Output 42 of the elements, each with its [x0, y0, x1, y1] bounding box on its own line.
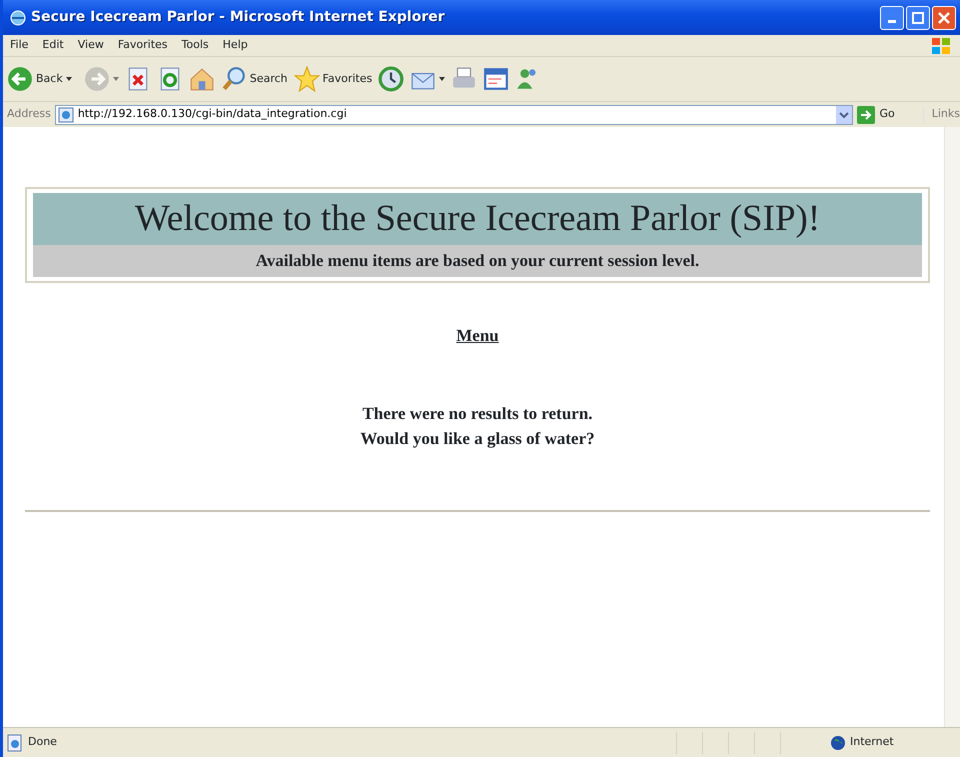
minimize-icon: [888, 20, 896, 23]
address-field[interactable]: http://192.168.0.130/cgi-bin/data_integration.cgi: [54, 104, 854, 124]
window-title: Secure Icecream Parlor - Microsoft Internet Explorer: [31, 8, 446, 27]
dropdown-icon[interactable]: [836, 106, 852, 124]
zone-label: Internet: [850, 734, 895, 750]
arrow-right-icon: [857, 106, 876, 124]
page-heading: Welcome to the Secure Icecream Parlor (SIP)!: [33, 193, 922, 245]
minimize-button[interactable]: [880, 6, 904, 30]
menu-item[interactable]: Favorites: [110, 37, 175, 54]
maximize-icon: [912, 12, 924, 24]
go-button[interactable]: Go: [857, 106, 895, 124]
scrollbar[interactable]: [944, 127, 960, 727]
menu-item[interactable]: Tools: [174, 37, 216, 54]
menu-item[interactable]: Help: [216, 37, 255, 54]
document-icon[interactable]: [483, 66, 510, 92]
menu-item[interactable]: Edit: [35, 37, 71, 54]
links-label[interactable]: Links: [922, 106, 960, 123]
address-label: Address: [7, 106, 51, 122]
house-icon[interactable]: [188, 66, 215, 92]
message-text: Would you like a glass of water?: [359, 428, 596, 450]
browser-icon: [9, 8, 27, 26]
search-button[interactable]: Search: [220, 66, 288, 92]
arrow-right-icon: [84, 66, 110, 92]
status-text: Done: [28, 734, 58, 750]
favorites-button[interactable]: Favorites: [294, 66, 372, 92]
page-subheading: Available menu items are based on your current session level.: [33, 245, 922, 277]
page-icon: [58, 106, 74, 122]
star-icon: [294, 66, 320, 92]
flag-logo-icon: [930, 36, 952, 56]
menu-item[interactable]: File: [3, 37, 36, 54]
message-text: There were no results to return.: [361, 402, 594, 424]
close-button[interactable]: [932, 6, 956, 30]
back-button[interactable]: Back: [7, 66, 72, 92]
page-icon: [6, 734, 24, 752]
maximize-button[interactable]: [906, 6, 930, 30]
search-icon: [220, 66, 247, 92]
arrow-left-icon: [7, 66, 33, 92]
globe-icon: [830, 734, 846, 750]
clock-icon[interactable]: [378, 66, 404, 92]
menu-link[interactable]: Menu: [456, 326, 499, 345]
menu-item[interactable]: View: [70, 37, 111, 54]
close-icon: [938, 12, 950, 24]
